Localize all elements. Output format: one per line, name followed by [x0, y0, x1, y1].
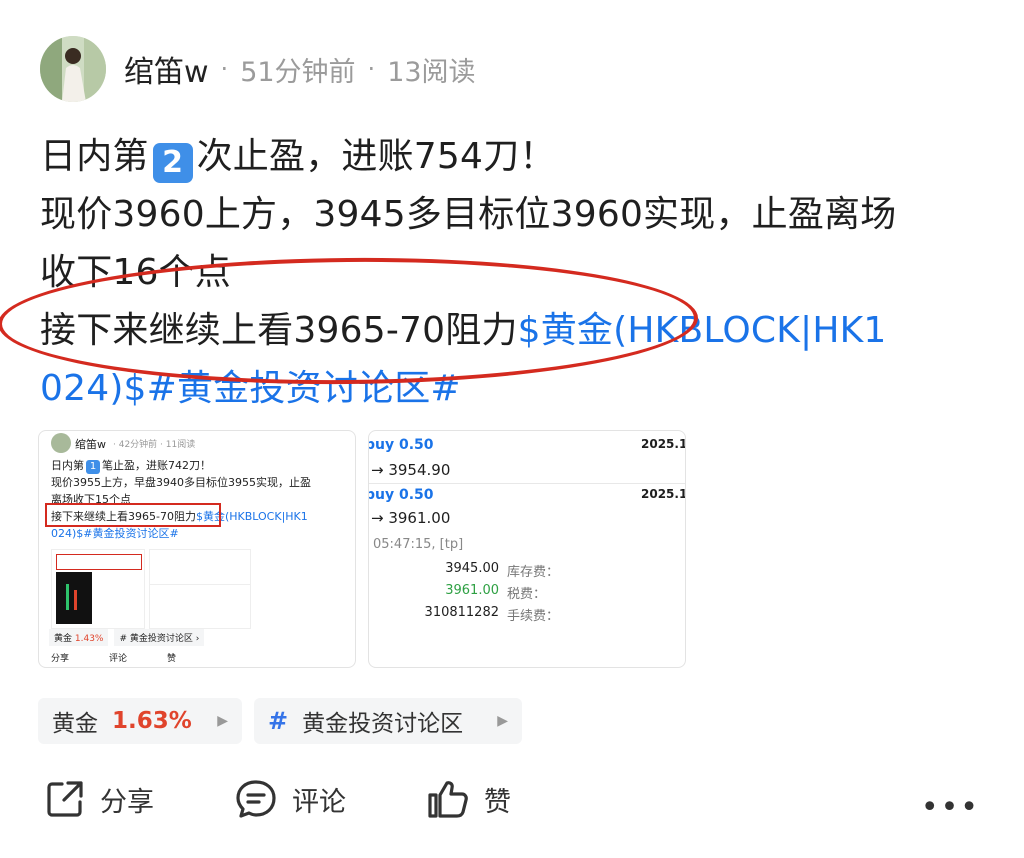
tag-label: 黄金 [52, 711, 98, 737]
comment-icon [236, 780, 276, 818]
image-thumbnail-2[interactable]: buy 0.50 2025.11 → 3954.90 buy 0.50 2025… [368, 430, 686, 668]
detail-value: 3961.00 [445, 583, 499, 598]
like-button[interactable]: 赞 [426, 778, 511, 820]
number-one-emoji-icon: 1 [86, 460, 100, 474]
avatar[interactable] [40, 36, 106, 102]
meta-dot: · [220, 55, 229, 83]
mini-line-5: 024)$#黄金投资讨论区# [51, 525, 179, 542]
mini-line-1: 日内第 1 笔止盈，进账742刀！ [51, 457, 211, 474]
tag-gold-forum[interactable]: # 黄金投资讨论区 ▶ [254, 698, 522, 744]
mini-red-box [45, 503, 221, 527]
mini-avatar [51, 433, 71, 453]
mini-tag-pct: 1.43% [74, 633, 104, 644]
detail-value: 310811282 [424, 605, 499, 620]
mini-screenshot-left [51, 549, 145, 629]
hash-icon: # [268, 707, 289, 735]
detail-key: 手续费： [507, 609, 560, 624]
chevron-right-icon: ▶ [217, 713, 228, 729]
topic-link-gold-forum[interactable]: 024)$#黄金投资讨论区# [40, 368, 461, 409]
trade-date: 2025.11 [641, 487, 685, 501]
mini-share: 分享 [51, 654, 70, 664]
like-label: 赞 [484, 786, 511, 818]
detail-key: 税费： [507, 587, 547, 602]
comment-label: 评论 [292, 786, 346, 818]
mini-meta: · 42分钟前 · 11阅读 [113, 440, 196, 450]
author-name[interactable]: 绾笛w [124, 47, 209, 91]
comment-button[interactable]: 评论 [234, 778, 346, 820]
detail-key: 库存费： [507, 565, 560, 580]
mini-author: 绾笛w [75, 438, 106, 451]
post-header: 绾笛w · 51分钟前 · 13阅读 [40, 36, 476, 102]
share-label: 分享 [100, 786, 154, 818]
mini-actions: 分享 评论 赞 [51, 651, 176, 664]
trade-label: buy 0.50 [368, 487, 434, 503]
post-meta: 绾笛w · 51分钟前 · 13阅读 [124, 47, 476, 91]
tag-label: 黄金投资讨论区 [302, 711, 464, 737]
mini-like: 赞 [167, 654, 177, 664]
mini-tag-gold: 黄金 1.43% [49, 628, 109, 646]
divider [369, 483, 685, 484]
mini-text: 日内第 [51, 459, 84, 472]
share-button[interactable]: 分享 [44, 778, 154, 820]
mini-tags: 黄金 1.43% # 黄金投资讨论区 › [49, 628, 205, 646]
post-text: 次止盈，进账754刀！ [196, 136, 556, 177]
action-bar: 分享 评论 赞 ••• [0, 772, 1024, 832]
more-options-icon[interactable]: ••• [921, 790, 980, 825]
image-thumbnail-1[interactable]: 绾笛w · 42分钟前 · 11阅读 日内第 1 笔止盈，进账742刀！ 现价395… [38, 430, 356, 668]
price-change: 1.63% [112, 708, 192, 734]
post-line-3: 收下16个点 [40, 252, 232, 293]
mini-tag-label: 黄金 [54, 633, 73, 644]
post-body: 日内第 2 次止盈，进账754刀！ 现价3960上方，3945多目标位3960实现，… [40, 128, 1000, 418]
mini-line-2: 现价3955上方，早盘3940多目标位3955实现，止盈 [51, 476, 311, 489]
share-icon [47, 781, 83, 817]
mini-link: 024)$#黄金投资讨论区# [51, 527, 179, 540]
thumbs-up-icon [428, 781, 468, 818]
meta-dot: · [367, 55, 376, 83]
mini-screenshot-right [149, 549, 251, 629]
post-text: 日内第 [40, 136, 149, 177]
trade-label: buy 0.50 [368, 437, 434, 453]
detail-value: 3945.00 [445, 561, 499, 576]
post-line-2: 现价3960上方，3945多目标位3960实现，止盈离场 [40, 194, 897, 235]
read-count: 13阅读 [387, 56, 476, 88]
mini-text: 笔止盈，进账742刀！ [102, 459, 211, 472]
chevron-right-icon: ▶ [497, 713, 508, 729]
post-text: 接下来继续上看3965-70阻力 [40, 310, 518, 351]
post-line-1: 日内第 2 次止盈，进账754刀！ [40, 128, 1000, 186]
trade-price: → 3961.00 [371, 509, 451, 527]
post-time: 51分钟前 [240, 56, 356, 88]
trade-date: 2025.11 [641, 437, 685, 451]
post-line-4: 接下来继续上看3965-70阻力$黄金(HKBLOCK|HK1 [40, 302, 1000, 360]
number-two-emoji-icon: 2 [152, 143, 193, 183]
mini-tag-forum: # 黄金投资讨论区 › [114, 628, 205, 646]
mini-comment: 评论 [109, 654, 128, 664]
trade-price: → 3954.90 [371, 461, 451, 479]
stock-link-gold[interactable]: $黄金(HKBLOCK|HK1 [518, 310, 887, 351]
trade-time: 05:47:15, [tp] [373, 537, 464, 552]
tag-gold-quote[interactable]: 黄金 1.63% ▶ [38, 698, 242, 744]
post-line-5: 024)$#黄金投资讨论区# [40, 360, 1000, 418]
